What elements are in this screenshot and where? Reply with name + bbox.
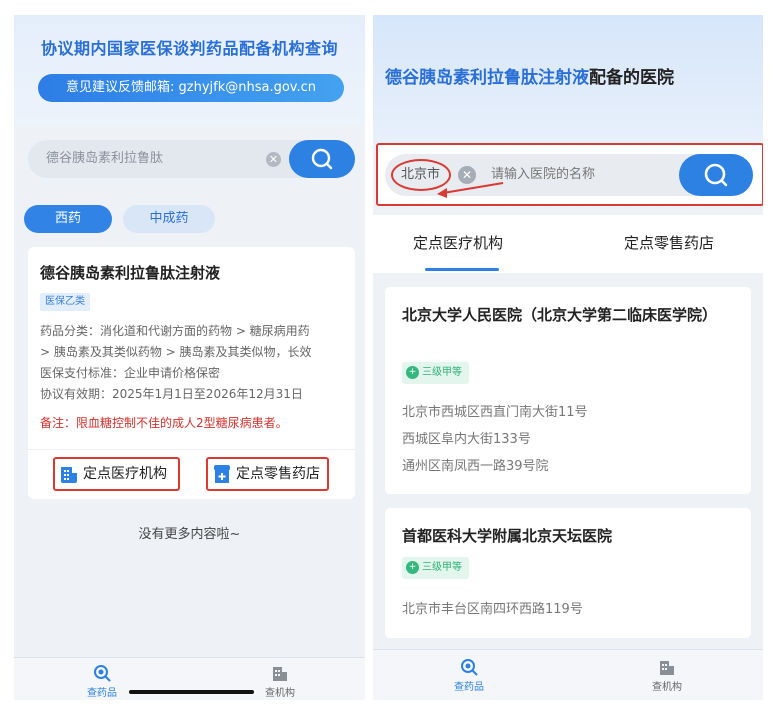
level-icon: + — [406, 560, 419, 574]
drug-category-line: 药品分类：消化道和代谢方面的药物 > 糖尿病用药 — [40, 324, 310, 338]
pharmacy-icon — [214, 465, 230, 483]
drug-search-screen: 协议期内国家医保谈判药品配备机构查询 意见建议反馈邮箱: gzhyjfk@nhs… — [14, 15, 365, 700]
home-indicator[interactable] — [129, 690, 254, 694]
drug-name: 德谷胰岛素利拉鲁肽注射液 — [40, 264, 221, 282]
search-icon — [704, 163, 728, 187]
tabbar-search-institution[interactable]: 查机构 — [627, 658, 707, 693]
institution-type-tabs: 定点医疗机构 定点零售药店 — [373, 215, 763, 273]
title-suffix: 配备的医院 — [589, 68, 674, 88]
page-title: 协议期内国家医保谈判药品配备机构查询 — [40, 39, 338, 58]
medical-institution-button-label: 定点医疗机构 — [83, 466, 167, 482]
hospital-name: 北京大学人民医院（北京大学第二临床医学院） — [402, 306, 718, 324]
insurance-category-badge: 医保乙类 — [40, 293, 90, 311]
hospital-level-badge: + 三级甲等 — [402, 362, 469, 384]
drug-search-bar: 德谷胰岛素利拉鲁肽 ✕ — [28, 140, 355, 178]
hospital-address: 北京市丰台区南四环西路119号 — [402, 602, 583, 617]
tabbar-search-institution-label: 查机构 — [652, 682, 682, 693]
hospital-list-screen: 德谷胰岛素利拉鲁肽注射液配备的医院 北京市 ✕ 请输入医院的名称 定点医疗机构 … — [373, 15, 763, 700]
active-tab-indicator — [425, 268, 499, 271]
drug-search-input[interactable]: 德谷胰岛素利拉鲁肽 — [46, 140, 163, 178]
building-icon — [273, 667, 287, 681]
search-button[interactable] — [289, 140, 355, 178]
page-header: 德谷胰岛素利拉鲁肽注射液配备的医院 — [373, 15, 763, 145]
retail-pharmacy-button[interactable]: 定点零售药店 — [206, 457, 329, 491]
feedback-email-banner[interactable]: 意见建议反馈邮箱: gzhyjfk@nhsa.gov.cn — [38, 74, 344, 102]
drug-card: 德谷胰岛素利拉鲁肽注射液 医保乙类 药品分类：消化道和代谢方面的药物 > 糖尿病… — [28, 247, 355, 499]
hospital-name-input[interactable]: 请输入医院的名称 — [491, 154, 595, 196]
retail-pharmacy-button-label: 定点零售药店 — [236, 466, 320, 482]
hospital-name: 首都医科大学附属北京天坛医院 — [402, 527, 613, 545]
hospital-card[interactable]: 首都医科大学附属北京天坛医院 + 三级甲等 北京市丰台区南四环西路119号 — [385, 508, 751, 638]
tab-medical-institution[interactable]: 定点医疗机构 — [413, 232, 503, 253]
tabbar-search-drug-label: 查药品 — [87, 688, 117, 699]
tab-western-medicine[interactable]: 西药 — [24, 205, 112, 233]
medical-institution-button[interactable]: 定点医疗机构 — [53, 457, 180, 491]
tab-retail-pharmacy[interactable]: 定点零售药店 — [624, 232, 714, 253]
building-icon — [660, 661, 674, 675]
hospital-level: 三级甲等 — [422, 367, 462, 378]
hospital-building-icon — [61, 467, 77, 483]
hospital-card[interactable]: 北京大学人民医院（北京大学第二临床医学院） + 三级甲等 北京市西城区西直门南大街… — [385, 287, 751, 494]
level-icon: + — [406, 365, 419, 379]
search-drug-icon — [94, 665, 111, 682]
hospital-level: 三级甲等 — [422, 562, 462, 573]
hospital-search-bar: 北京市 ✕ 请输入医院的名称 — [385, 154, 753, 198]
payment-standard: 医保支付标准：企业申请价格保密 — [40, 366, 221, 380]
tabbar-search-drug-label: 查药品 — [454, 682, 484, 693]
page-header: 协议期内国家医保谈判药品配备机构查询 意见建议反馈邮箱: gzhyjfk@nhs… — [14, 15, 365, 125]
search-drug-icon — [461, 659, 478, 676]
tabbar-search-drug[interactable]: 查药品 — [429, 658, 509, 693]
drug-category-line: > 胰岛素及其类似药物 > 胰岛素及其类似物，长效 — [40, 345, 312, 359]
hospital-address: 西城区阜内大街133号 — [402, 432, 531, 447]
page-title: 德谷胰岛素利拉鲁肽注射液配备的医院 — [385, 63, 674, 88]
hospital-address: 北京市西城区西直门南大街11号 — [402, 405, 588, 420]
tab-chinese-patent-medicine[interactable]: 中成药 — [123, 205, 215, 233]
drug-name-highlight: 德谷胰岛素利拉鲁肽注射液 — [385, 68, 589, 88]
drug-info: 药品分类：消化道和代谢方面的药物 > 糖尿病用药 > 胰岛素及其类似药物 > 胰… — [40, 321, 345, 405]
search-button[interactable] — [679, 154, 753, 196]
drug-note: 备注：限血糖控制不佳的成人2型糖尿病患者。 — [40, 416, 288, 430]
hospital-level-badge: + 三级甲等 — [402, 557, 469, 579]
hospital-address: 通州区南凤西一路39号院 — [402, 459, 549, 474]
no-more-content: 没有更多内容啦~ — [138, 527, 241, 542]
search-icon — [311, 148, 333, 170]
clear-icon[interactable]: ✕ — [266, 152, 281, 167]
tabbar-search-institution-label: 查机构 — [265, 688, 295, 699]
bottom-tab-bar: 查药品 查机构 — [373, 649, 763, 700]
annotation-box: 北京市 ✕ 请输入医院的名称 — [376, 143, 763, 206]
divider — [28, 449, 355, 450]
agreement-validity: 协议有效期：2025年1月1日至2026年12月31日 — [40, 387, 303, 401]
